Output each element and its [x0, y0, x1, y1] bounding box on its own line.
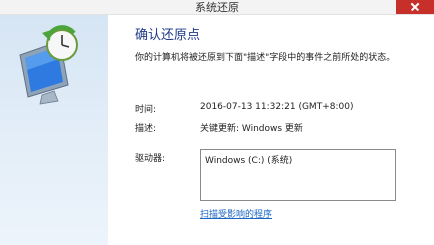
window-title: 系统还原 [195, 1, 239, 14]
description-label: 描述: [135, 124, 157, 134]
system-restore-icon [19, 25, 78, 105]
time-value: 2016-07-13 11:32:21 (GMT+8:00) [200, 102, 354, 112]
list-item: Windows (C:) (系统) [205, 156, 293, 166]
scan-affected-programs-link[interactable]: 扫描受影响的程序 [200, 207, 272, 220]
page-title: 确认还原点 [135, 28, 201, 43]
sidebar [0, 15, 108, 245]
drives-list[interactable]: Windows (C:) (系统) [200, 149, 396, 201]
restore-description: 你的计算机将被还原到下面"描述"字段中的事件之前所处的状态。 [135, 53, 396, 63]
description-value: 关键更新: Windows 更新 [200, 124, 303, 134]
drives-label: 驱动器: [135, 154, 166, 164]
time-label: 时间: [135, 105, 157, 115]
close-button[interactable] [396, 0, 434, 14]
title-bar: 系统还原 [0, 0, 434, 15]
